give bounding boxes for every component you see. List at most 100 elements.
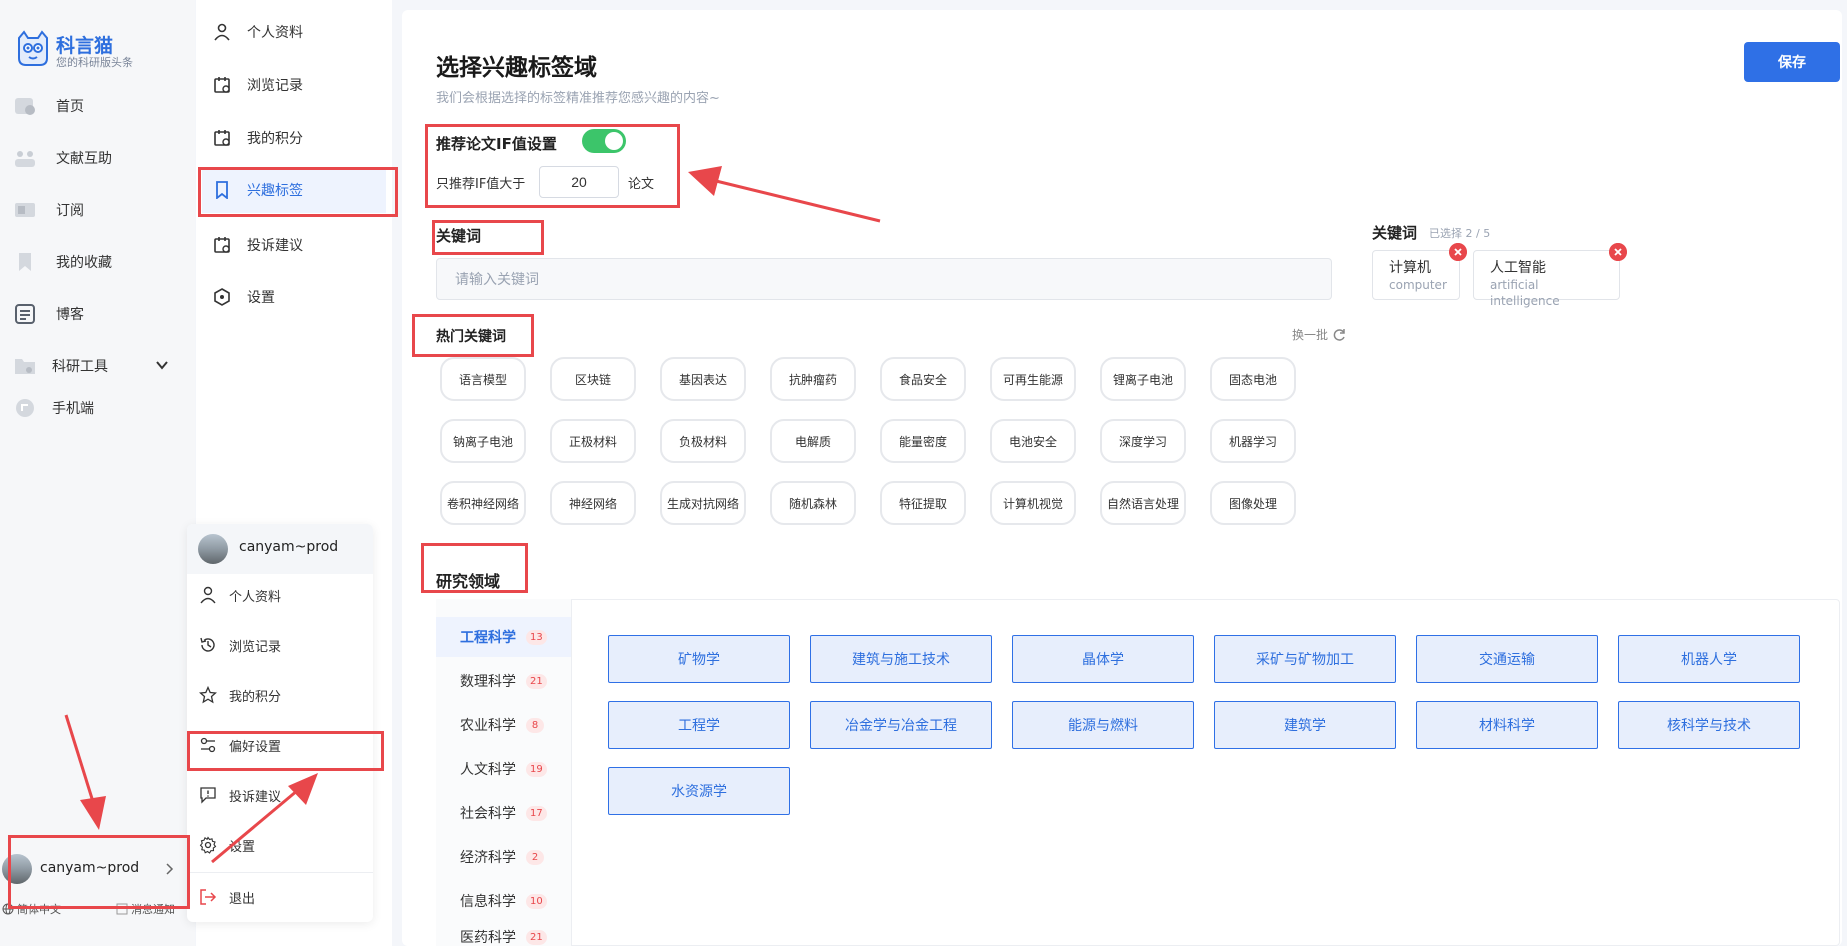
bookmark-icon bbox=[19, 253, 31, 271]
selected-keyword-chip: 计算机 computer bbox=[1372, 243, 1467, 300]
sidebar-item-home[interactable]: 首页 bbox=[0, 86, 190, 126]
research-category-list: 工程科学 13 数理科学 21 农业科学 8 人文科学 19 社会科学 17 经济科学 2 … bbox=[436, 599, 572, 946]
sidebar-item-favorites[interactable]: 我的收藏 bbox=[0, 242, 190, 282]
hot-keyword-chip[interactable]: 自然语言处理 bbox=[1100, 481, 1186, 525]
subfield-button[interactable]: 能源与燃料 bbox=[1012, 701, 1194, 749]
hot-keyword-chip[interactable]: 深度学习 bbox=[1100, 419, 1186, 463]
hot-keyword-chip[interactable]: 锂离子电池 bbox=[1100, 357, 1186, 401]
remove-keyword-icon[interactable] bbox=[1609, 243, 1627, 261]
category-item[interactable]: 医药科学 21 bbox=[436, 925, 571, 945]
category-count: 13 bbox=[526, 630, 547, 645]
user-menu-profile[interactable]: 个人资料 bbox=[187, 574, 373, 616]
hot-keyword-chip[interactable]: 机器学习 bbox=[1210, 419, 1296, 463]
hot-keyword-chip[interactable]: 能量密度 bbox=[880, 419, 966, 463]
user-menu-settings[interactable]: 设置 bbox=[187, 824, 373, 866]
category-count: 19 bbox=[526, 762, 547, 777]
hot-keyword-chip[interactable]: 负极材料 bbox=[660, 419, 746, 463]
category-label: 医药科学 bbox=[460, 930, 516, 945]
subfield-button[interactable]: 矿物学 bbox=[608, 635, 790, 683]
sidebar-item-mobile[interactable]: 手机端 bbox=[0, 388, 190, 428]
subfield-button[interactable]: 采矿与矿物加工 bbox=[1214, 635, 1396, 683]
selected-keyword-zh: 人工智能 bbox=[1490, 260, 1546, 276]
category-item[interactable]: 人文科学 19 bbox=[436, 749, 571, 789]
category-label: 数理科学 bbox=[460, 674, 516, 690]
subfield-button[interactable]: 材料科学 bbox=[1416, 701, 1598, 749]
subfield-button[interactable]: 核科学与技术 bbox=[1618, 701, 1800, 749]
app-tagline: 您的科研版头条 bbox=[56, 56, 133, 69]
user-icon bbox=[200, 586, 216, 604]
hot-keyword-chip[interactable]: 随机森林 bbox=[770, 481, 856, 525]
category-item[interactable]: 工程科学 13 bbox=[436, 617, 571, 657]
keyword-search-input[interactable] bbox=[436, 258, 1332, 300]
subfield-button[interactable]: 交通运输 bbox=[1416, 635, 1598, 683]
settings-nav-feedback[interactable]: 投诉建议 bbox=[196, 222, 392, 268]
sidebar-item-research-tools[interactable]: 科研工具 bbox=[0, 346, 190, 386]
hot-keyword-chip[interactable]: 卷积神经网络 bbox=[440, 481, 526, 525]
hot-keyword-chip[interactable]: 图像处理 bbox=[1210, 481, 1296, 525]
category-label: 经济科学 bbox=[460, 850, 516, 866]
category-label: 社会科学 bbox=[460, 806, 516, 822]
user-menu-points[interactable]: 我的积分 bbox=[187, 674, 373, 716]
subfield-button[interactable]: 晶体学 bbox=[1012, 635, 1194, 683]
category-label: 工程科学 bbox=[460, 630, 516, 646]
selected-keyword-en: computer bbox=[1389, 278, 1447, 292]
hot-keyword-chip[interactable]: 区块链 bbox=[550, 357, 636, 401]
category-label: 人文科学 bbox=[460, 762, 516, 778]
chevron-down-icon[interactable] bbox=[155, 358, 169, 372]
hot-keyword-chip[interactable]: 电池安全 bbox=[990, 419, 1076, 463]
hot-keyword-chip[interactable]: 电解质 bbox=[770, 419, 856, 463]
hot-keyword-chip[interactable]: 抗肿瘤药 bbox=[770, 357, 856, 401]
hot-keyword-chip[interactable]: 语言模型 bbox=[440, 357, 526, 401]
user-icon bbox=[214, 23, 230, 41]
settings-nav-settings[interactable]: 设置 bbox=[196, 274, 392, 320]
sidebar-item-blog[interactable]: 博客 bbox=[0, 294, 190, 334]
calendar-icon bbox=[214, 130, 230, 146]
hot-keyword-chip[interactable]: 生成对抗网络 bbox=[660, 481, 746, 525]
refresh-keywords-button[interactable]: 换一批 bbox=[1292, 326, 1346, 343]
sidebar-item-label: 博客 bbox=[56, 307, 84, 323]
hot-keyword-chip[interactable]: 计算机视觉 bbox=[990, 481, 1076, 525]
user-menu-label: 退出 bbox=[229, 891, 256, 907]
page-subtitle: 我们会根据选择的标签精准推荐您感兴趣的内容~ bbox=[436, 91, 720, 106]
sidebar-item-label: 订阅 bbox=[56, 203, 84, 219]
hot-keyword-chip[interactable]: 可再生能源 bbox=[990, 357, 1076, 401]
user-menu-label: 浏览记录 bbox=[229, 639, 282, 655]
hot-keyword-chip[interactable]: 正极材料 bbox=[550, 419, 636, 463]
category-item[interactable]: 信息科学 10 bbox=[436, 881, 571, 921]
category-item[interactable]: 农业科学 8 bbox=[436, 705, 571, 745]
sidebar-item-literature[interactable]: 文献互助 bbox=[0, 138, 190, 178]
hot-keyword-chip[interactable]: 基因表达 bbox=[660, 357, 746, 401]
star-icon bbox=[199, 686, 217, 704]
category-item[interactable]: 经济科学 2 bbox=[436, 837, 571, 877]
settings-nav-points[interactable]: 我的积分 bbox=[196, 115, 392, 161]
settings-nav-history[interactable]: 浏览记录 bbox=[196, 62, 392, 108]
subfield-button[interactable]: 冶金学与冶金工程 bbox=[810, 701, 992, 749]
settings-nav-profile[interactable]: 个人资料 bbox=[196, 9, 392, 55]
hot-keyword-chip[interactable]: 固态电池 bbox=[1210, 357, 1296, 401]
annotation-box-research-fields bbox=[421, 543, 528, 593]
annotation-box-hot-keywords bbox=[412, 314, 534, 357]
subfield-button[interactable]: 建筑与施工技术 bbox=[810, 635, 992, 683]
subfield-button[interactable]: 工程学 bbox=[608, 701, 790, 749]
user-menu-feedback[interactable]: 投诉建议 bbox=[187, 774, 373, 816]
selected-keyword-zh: 计算机 bbox=[1389, 260, 1431, 276]
user-menu-history[interactable]: 浏览记录 bbox=[187, 624, 373, 666]
category-label: 农业科学 bbox=[460, 718, 516, 734]
subfield-button[interactable]: 机器人学 bbox=[1618, 635, 1800, 683]
hot-keyword-chip[interactable]: 钠离子电池 bbox=[440, 419, 526, 463]
subfield-button[interactable]: 水资源学 bbox=[608, 767, 790, 815]
hot-keyword-chip[interactable]: 特征提取 bbox=[880, 481, 966, 525]
save-button[interactable]: 保存 bbox=[1744, 42, 1840, 82]
sidebar-item-subscribe[interactable]: 订阅 bbox=[0, 190, 190, 230]
category-item[interactable]: 数理科学 21 bbox=[436, 661, 571, 701]
calendar-icon bbox=[214, 237, 230, 253]
hot-keyword-chip[interactable]: 食品安全 bbox=[880, 357, 966, 401]
subfield-button[interactable]: 建筑学 bbox=[1214, 701, 1396, 749]
category-count: 21 bbox=[526, 674, 547, 689]
remove-keyword-icon[interactable] bbox=[1449, 243, 1467, 261]
settings-nav-label: 个人资料 bbox=[247, 25, 303, 41]
hot-keyword-chip[interactable]: 神经网络 bbox=[550, 481, 636, 525]
user-menu-logout[interactable]: 退出 bbox=[187, 876, 373, 918]
category-item[interactable]: 社会科学 17 bbox=[436, 793, 571, 833]
annotation-box-preferences bbox=[187, 731, 384, 771]
